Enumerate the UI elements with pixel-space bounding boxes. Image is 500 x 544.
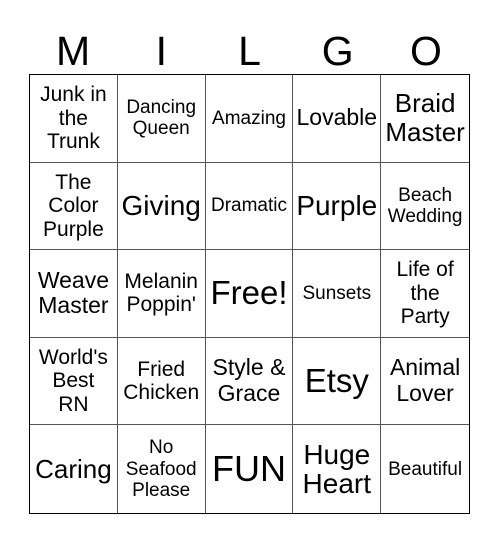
- bingo-cell[interactable]: Dramatic: [205, 162, 294, 251]
- bingo-cell[interactable]: No Seafood Please: [118, 425, 206, 513]
- bingo-cell[interactable]: Style & Grace: [205, 337, 294, 426]
- header-letter-i: I: [155, 28, 167, 74]
- bingo-cell[interactable]: Huge Heart: [293, 425, 382, 513]
- bingo-cell[interactable]: Life of the Party: [381, 250, 469, 338]
- bingo-cell[interactable]: The Color Purple: [30, 162, 118, 251]
- header-letter-m: M: [56, 28, 91, 74]
- bingo-cell[interactable]: Dancing Queen: [117, 75, 206, 163]
- header-letter-g: G: [321, 28, 354, 74]
- bingo-cell[interactable]: Etsy: [293, 337, 382, 426]
- bingo-cell[interactable]: Junk in the Trunk: [30, 75, 118, 163]
- bingo-cell[interactable]: Animal Lover: [381, 338, 469, 426]
- bingo-cell[interactable]: Beautiful: [381, 425, 469, 513]
- bingo-cell[interactable]: Braid Master: [381, 75, 469, 163]
- bingo-cell[interactable]: Melanin Poppin': [117, 250, 206, 338]
- bingo-cell[interactable]: Weave Master: [30, 250, 118, 338]
- bingo-cell[interactable]: Sunsets: [293, 250, 382, 338]
- bingo-cell[interactable]: Lovable: [293, 75, 382, 163]
- bingo-cell[interactable]: Beach Wedding: [381, 163, 469, 251]
- bingo-cell[interactable]: Amazing: [205, 75, 294, 163]
- free-space[interactable]: Free!: [205, 250, 294, 338]
- bingo-cell[interactable]: Purple: [293, 162, 382, 251]
- header-letter-l: L: [238, 28, 261, 74]
- bingo-card: Junk in the Trunk Dancing Queen Amazing …: [29, 74, 470, 514]
- bingo-cell[interactable]: Caring: [30, 425, 118, 513]
- bingo-cell[interactable]: Giving: [117, 162, 206, 251]
- bingo-cell[interactable]: Fried Chicken: [117, 337, 206, 426]
- bingo-cell[interactable]: World's Best RN: [30, 337, 118, 426]
- bingo-header: M I L G O: [29, 28, 470, 74]
- header-letter-o: O: [409, 28, 442, 74]
- bingo-cell[interactable]: FUN: [206, 425, 294, 513]
